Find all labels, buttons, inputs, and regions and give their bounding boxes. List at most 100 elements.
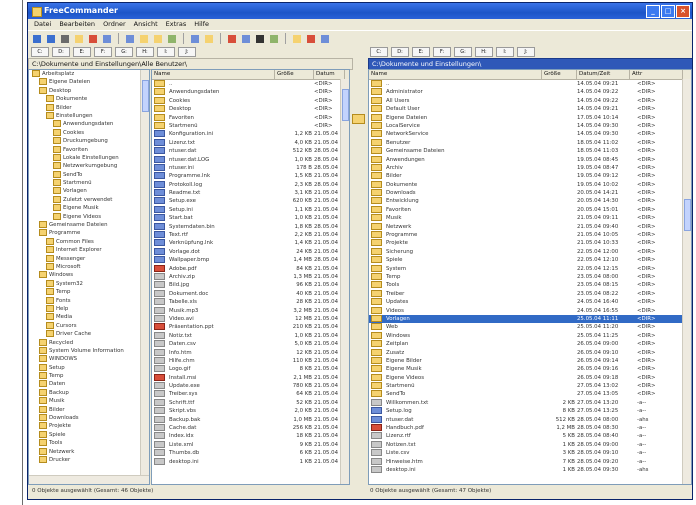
menu-item[interactable]: Bearbeiten [59, 19, 95, 30]
tree-node[interactable]: Arbeitsplatz [29, 70, 149, 78]
tree-node[interactable]: System Volume Information [29, 346, 149, 355]
tree-node[interactable]: System32 [29, 279, 149, 288]
table-row[interactable]: Videos 24.05.04 16:55 <DIR> [369, 306, 691, 315]
table-row[interactable]: Konfiguration.ini 1,2 KB 21.05.04 [152, 130, 349, 138]
menu-item[interactable]: Extras [166, 19, 187, 30]
table-row[interactable]: Update.exe 780 KB 21.05.04 [152, 382, 349, 390]
tree-node[interactable]: Help [29, 304, 149, 313]
table-row[interactable]: Dokument.doc 40 KB 21.05.04 [152, 289, 349, 298]
thumbnail-button[interactable] [166, 33, 178, 45]
tree-node[interactable]: Eigene Dateien [29, 78, 149, 86]
table-row[interactable]: Setup.log 8 KB 27.05.04 13:25 -a-- [369, 407, 691, 415]
tree-node[interactable]: Bilder [29, 103, 149, 112]
table-row[interactable]: desktop.ini 1 KB 28.05.04 09:30 -ahs [369, 465, 691, 474]
menu-item[interactable]: Ordner [103, 19, 126, 30]
scroll-thumb[interactable] [342, 89, 349, 121]
tree-node[interactable]: Spiele [29, 430, 149, 439]
table-row[interactable]: ntuser.dat 512 KB 28.05.04 08:00 -ahs [369, 415, 691, 424]
drive-button[interactable]: C: [370, 46, 388, 57]
tree-node[interactable]: Cursors [29, 321, 149, 330]
scroll-thumb[interactable] [142, 80, 149, 112]
forward-button[interactable] [45, 33, 57, 45]
table-row[interactable]: Zeitplan 26.05.04 09:00 <DIR> [369, 340, 691, 348]
table-row[interactable]: Treiber.sys 64 KB 21.05.04 [152, 390, 349, 398]
table-row[interactable]: Anwendungen 19.05.04 08:45 <DIR> [369, 155, 691, 164]
table-row[interactable]: Install.msi 2,1 MB 21.05.04 [152, 373, 349, 382]
tree-node[interactable]: Bilder [29, 405, 149, 414]
menu-item[interactable]: Ansicht [134, 19, 158, 30]
table-row[interactable]: Entwicklung 20.05.04 14:30 <DIR> [369, 197, 691, 205]
tree-node[interactable]: Vorlagen [29, 187, 149, 195]
drive-button[interactable]: I: [496, 46, 514, 57]
tree-node[interactable]: Projekte [29, 422, 149, 430]
table-row[interactable]: Benutzer 18.05.04 11:02 <DIR> [369, 138, 691, 147]
drive-button[interactable]: E: [73, 46, 91, 57]
table-row[interactable]: Archiv 19.05.04 08:47 <DIR> [369, 163, 691, 172]
tree-node[interactable]: Desktop [29, 86, 149, 95]
table-row[interactable]: Thumbs.db 6 KB 21.05.04 [152, 449, 349, 457]
table-row[interactable]: Setup.ini 1,1 KB 21.05.04 [152, 205, 349, 214]
tree-node[interactable]: Drucker [29, 455, 149, 464]
tree-node[interactable]: SendTo [29, 170, 149, 179]
table-row[interactable]: Protokoll.log 2,3 KB 28.05.04 [152, 180, 349, 189]
table-row[interactable]: Systemdaten.bin 1,8 KB 28.05.04 [152, 222, 349, 231]
folder-button[interactable] [73, 33, 85, 45]
compare-button[interactable] [268, 33, 280, 45]
table-row[interactable]: Hilfe.chm 110 KB 21.05.04 [152, 356, 349, 365]
tree-node[interactable]: Driver Cache [29, 330, 149, 338]
tree-node[interactable]: Programme [29, 229, 149, 237]
table-row[interactable]: Start.bat 1,0 KB 21.05.04 [152, 214, 349, 222]
table-row[interactable]: Vorlage.dot 24 KB 21.05.04 [152, 247, 349, 256]
details-button[interactable] [152, 33, 164, 45]
table-row[interactable]: Bilder 19.05.04 09:12 <DIR> [369, 172, 691, 180]
refresh-button[interactable] [226, 33, 238, 45]
column-date[interactable]: Datum/Zeit [577, 70, 630, 79]
table-row[interactable]: Logo.gif 8 KB 21.05.04 [152, 365, 349, 373]
drive-button[interactable]: I: [157, 46, 175, 57]
tree-node[interactable]: WINDOWS [29, 355, 149, 363]
tree-hscrollbar[interactable] [29, 475, 149, 484]
tree-node[interactable]: Dokumente [29, 95, 149, 103]
table-row[interactable]: Setup.exe 620 KB 21.05.04 [152, 197, 349, 205]
properties-button[interactable] [240, 33, 252, 45]
table-row[interactable]: Lizenz.rtf 5 KB 28.05.04 08:40 -a-- [369, 432, 691, 440]
maximize-icon[interactable]: □ [661, 5, 675, 18]
table-row[interactable]: Default User 14.05.04 09:21 <DIR> [369, 105, 691, 113]
table-row[interactable]: Willkommen.txt 2 KB 27.05.04 13:20 -a-- [369, 398, 691, 407]
menu-item[interactable]: Datei [34, 19, 51, 30]
tree-node[interactable]: Downloads [29, 414, 149, 422]
list-scrollbar-right[interactable] [682, 79, 691, 484]
pane-splitter[interactable] [349, 58, 367, 483]
table-row[interactable]: System 22.05.04 12:15 <DIR> [369, 264, 691, 273]
table-row[interactable]: Musik 21.05.04 09:11 <DIR> [369, 214, 691, 222]
table-row[interactable]: Musik.mp3 3,2 MB 21.05.04 [152, 306, 349, 315]
close-icon[interactable]: × [676, 5, 690, 18]
tree-node[interactable]: Lokale Einstellungen [29, 153, 149, 162]
drive-button[interactable]: H: [136, 46, 154, 57]
table-row[interactable]: Windows 25.05.04 11:25 <DIR> [369, 331, 691, 340]
column-name[interactable]: Name [152, 70, 275, 79]
column-attr[interactable]: Attr [630, 70, 683, 79]
tree-node[interactable]: Internet Explorer [29, 246, 149, 254]
folder-tree[interactable]: Arbeitsplatz Eigene Dateien Desktop Dokumen… [28, 69, 150, 485]
table-row[interactable]: Adobe.pdf 84 KB 21.05.04 [152, 264, 349, 273]
minimize-icon[interactable]: _ [646, 5, 660, 18]
table-row[interactable]: Handbuch.pdf 1,2 MB 28.05.04 08:30 -a-- [369, 424, 691, 432]
table-row[interactable]: Startmenü <DIR> [152, 121, 349, 130]
table-row[interactable]: .. <DIR> [152, 80, 349, 88]
tree-node[interactable]: Daten [29, 380, 149, 388]
table-row[interactable]: Eigene Videos 26.05.04 09:18 <DIR> [369, 373, 691, 382]
tree-node[interactable]: Gemeinsame Dateien [29, 221, 149, 229]
table-row[interactable]: Archiv.zip 1,3 MB 21.05.04 [152, 272, 349, 281]
table-row[interactable]: Daten.csv 5,0 KB 21.05.04 [152, 340, 349, 348]
file-list-right[interactable]: Name Größe Datum/Zeit Attr .. 14.05.04 09… [368, 69, 692, 485]
menu-item[interactable]: Hilfe [194, 19, 209, 30]
tree-node[interactable]: Favoriten [29, 145, 149, 154]
column-size[interactable]: Größe [275, 70, 314, 79]
file-list-left[interactable]: Name Größe Datum .. <DIR> Anwendungsdaten <… [151, 69, 350, 485]
table-row[interactable]: Updates 24.05.04 16:40 <DIR> [369, 298, 691, 306]
tree-node[interactable]: Cookies [29, 128, 149, 137]
move-button[interactable] [101, 33, 113, 45]
tree-node[interactable]: Druckumgebung [29, 137, 149, 145]
tree-node[interactable]: Einstellungen [29, 111, 149, 120]
